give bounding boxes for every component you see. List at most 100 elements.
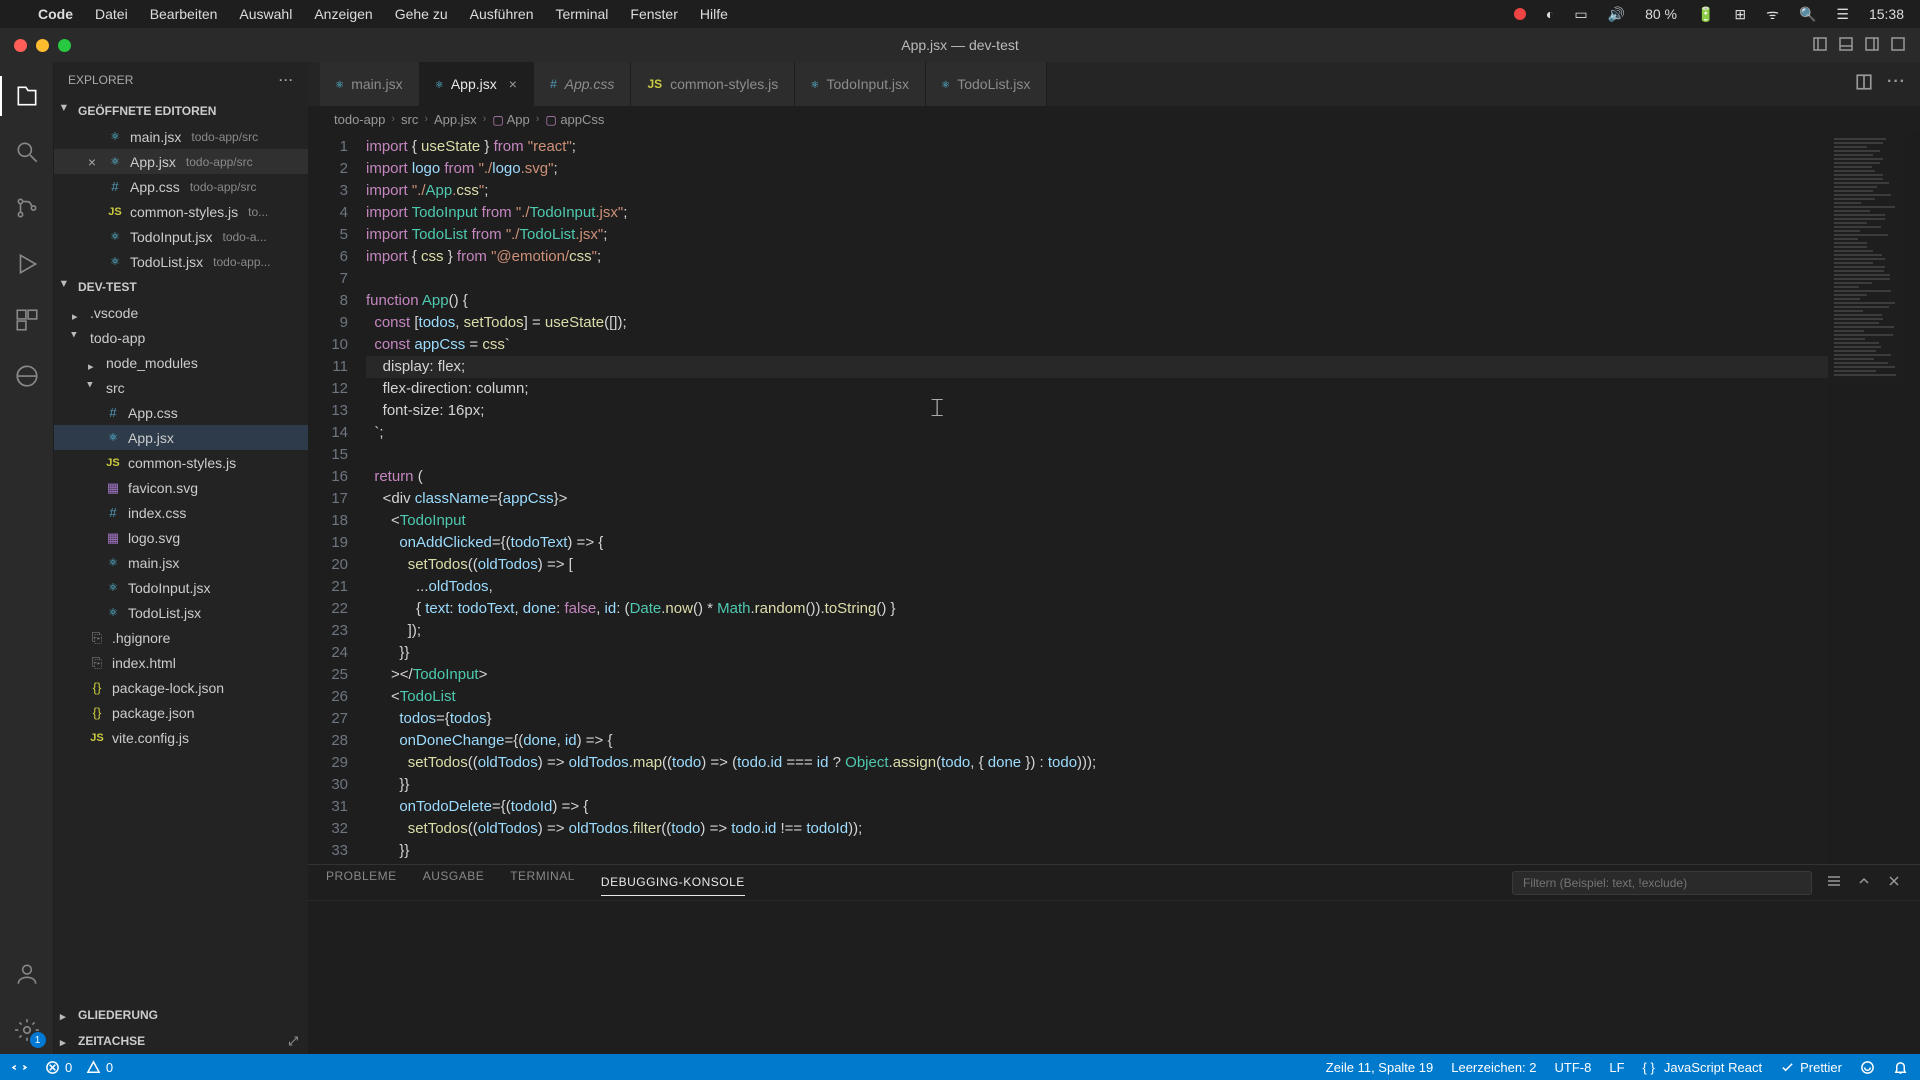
line-number[interactable]: 30 <box>308 774 348 796</box>
status-cloud-icon[interactable]: ◐ <box>1546 6 1554 22</box>
breadcrumb-item[interactable]: todo-app <box>334 112 385 127</box>
file-item[interactable]: #App.css <box>54 400 308 425</box>
menu-go[interactable]: Gehe zu <box>395 6 448 22</box>
activity-search-icon[interactable] <box>0 128 54 176</box>
line-number[interactable]: 5 <box>308 224 348 246</box>
file-item[interactable]: JScommon-styles.js <box>54 450 308 475</box>
code-line[interactable]: import { css } from "@emotion/css"; <box>366 246 1828 268</box>
open-editor-item[interactable]: #App.csstodo-app/src <box>54 174 308 199</box>
status-battery-icon[interactable]: 🔋 <box>1697 6 1714 23</box>
line-number[interactable]: 6 <box>308 246 348 268</box>
status-feedback-icon[interactable] <box>1860 1060 1875 1075</box>
minimize-window-icon[interactable] <box>36 39 49 52</box>
file-item[interactable]: ⎘index.html <box>54 650 308 675</box>
breadcrumb-item[interactable]: ▢ App <box>492 112 529 127</box>
remote-indicator[interactable] <box>12 1060 27 1075</box>
code-line[interactable]: function App() { <box>366 290 1828 312</box>
folder-item[interactable]: node_modules <box>54 350 308 375</box>
panel-settings-icon[interactable] <box>1826 873 1842 892</box>
menu-help[interactable]: Hilfe <box>700 6 728 22</box>
menu-terminal[interactable]: Terminal <box>555 6 608 22</box>
menu-select[interactable]: Auswahl <box>239 6 292 22</box>
code-editor[interactable]: 1234567891011121314151617181920212223242… <box>308 132 1920 864</box>
line-number[interactable]: 29 <box>308 752 348 774</box>
line-number[interactable]: 3 <box>308 180 348 202</box>
code-line[interactable]: const appCss = css` <box>366 334 1828 356</box>
file-item[interactable]: ▦favicon.svg <box>54 475 308 500</box>
activity-settings-icon[interactable]: 1 <box>0 1006 54 1054</box>
line-number[interactable]: 2 <box>308 158 348 180</box>
editor-tab[interactable]: ⚛main.jsx <box>320 62 420 106</box>
line-number[interactable]: 8 <box>308 290 348 312</box>
folder-item[interactable]: src <box>54 375 308 400</box>
line-number[interactable]: 27 <box>308 708 348 730</box>
code-line[interactable] <box>366 444 1828 466</box>
line-number[interactable]: 14 <box>308 422 348 444</box>
panel-maximize-icon[interactable] <box>1856 873 1872 892</box>
recording-indicator-icon[interactable] <box>1514 8 1526 20</box>
file-item[interactable]: ⚛App.jsx <box>54 425 308 450</box>
code-line[interactable]: }} <box>366 774 1828 796</box>
panel-filter-input[interactable] <box>1512 871 1812 895</box>
code-line[interactable] <box>366 268 1828 290</box>
explorer-more-icon[interactable]: ··· <box>279 73 294 87</box>
menu-view[interactable]: Anzeigen <box>314 6 372 22</box>
status-search-icon[interactable]: 🔍 <box>1799 6 1816 23</box>
line-number[interactable]: 22 <box>308 598 348 620</box>
line-number[interactable]: 32 <box>308 818 348 840</box>
line-number[interactable]: 16 <box>308 466 348 488</box>
code-line[interactable]: import TodoList from "./TodoList.jsx"; <box>366 224 1828 246</box>
maximize-window-icon[interactable] <box>58 39 71 52</box>
breadcrumb[interactable]: todo-app›src›App.jsx›▢ App›▢ appCss <box>308 106 1920 132</box>
layout-custom-icon[interactable] <box>1890 36 1906 55</box>
panel-tab[interactable]: AUSGABE <box>423 869 485 896</box>
code-line[interactable]: import logo from "./logo.svg"; <box>366 158 1828 180</box>
activity-debug-icon[interactable] <box>0 240 54 288</box>
code-line[interactable]: }} <box>366 642 1828 664</box>
panel-tab[interactable]: TERMINAL <box>510 869 575 896</box>
breadcrumb-item[interactable]: src <box>401 112 418 127</box>
file-item[interactable]: {}package-lock.json <box>54 675 308 700</box>
line-number[interactable]: 31 <box>308 796 348 818</box>
open-editor-item[interactable]: ⚛main.jsxtodo-app/src <box>54 124 308 149</box>
app-name-menu[interactable]: Code <box>38 6 73 22</box>
code-line[interactable]: { text: todoText, done: false, id: (Date… <box>366 598 1828 620</box>
line-number[interactable]: 33 <box>308 840 348 862</box>
layout-right-icon[interactable] <box>1864 36 1880 55</box>
status-cursor[interactable]: Zeile 11, Spalte 19 <box>1326 1060 1433 1075</box>
panel-tab[interactable]: DEBUGGING-KONSOLE <box>601 875 745 896</box>
editor-more-icon[interactable]: ··· <box>1887 73 1906 96</box>
open-editor-item[interactable]: ×⚛App.jsxtodo-app/src <box>54 149 308 174</box>
code-line[interactable]: import "./App.css"; <box>366 180 1828 202</box>
status-control-icon[interactable]: ☰ <box>1836 6 1849 23</box>
editor-tab[interactable]: JScommon-styles.js <box>631 62 795 106</box>
line-number[interactable]: 26 <box>308 686 348 708</box>
code-line[interactable]: font-size: 16px; <box>366 400 1828 422</box>
activity-account-icon[interactable] <box>0 950 54 998</box>
menu-window[interactable]: Fenster <box>630 6 677 22</box>
line-number[interactable]: 10 <box>308 334 348 356</box>
line-number[interactable]: 11 <box>308 356 348 378</box>
breadcrumb-item[interactable]: ▢ appCss <box>545 112 604 127</box>
file-item[interactable]: ⚛TodoList.jsx <box>54 600 308 625</box>
line-number[interactable]: 17 <box>308 488 348 510</box>
status-bell-icon[interactable] <box>1893 1060 1908 1075</box>
code-line[interactable]: ></TodoInput> <box>366 664 1828 686</box>
menu-run[interactable]: Ausführen <box>470 6 534 22</box>
line-number[interactable]: 24 <box>308 642 348 664</box>
line-number[interactable]: 25 <box>308 664 348 686</box>
activity-extensions-icon[interactable] <box>0 296 54 344</box>
timeline-header[interactable]: ZEITACHSE ⤢ <box>54 1028 308 1054</box>
line-number[interactable]: 7 <box>308 268 348 290</box>
file-item[interactable]: ⎘.hgignore <box>54 625 308 650</box>
status-language[interactable]: { }JavaScript React <box>1643 1060 1763 1075</box>
open-editors-header[interactable]: GEÖFFNETE EDITOREN <box>54 98 308 124</box>
line-number[interactable]: 1 <box>308 136 348 158</box>
code-line[interactable]: setTodos((oldTodos) => [ <box>366 554 1828 576</box>
code-line[interactable]: onDoneChange={(done, id) => { <box>366 730 1828 752</box>
timeline-pin-icon[interactable]: ⤢ <box>288 1034 298 1049</box>
activity-explorer-icon[interactable] <box>0 72 54 120</box>
line-number[interactable]: 21 <box>308 576 348 598</box>
open-editor-item[interactable]: ⚛TodoList.jsxtodo-app... <box>54 249 308 274</box>
minimap[interactable] <box>1828 132 1920 864</box>
